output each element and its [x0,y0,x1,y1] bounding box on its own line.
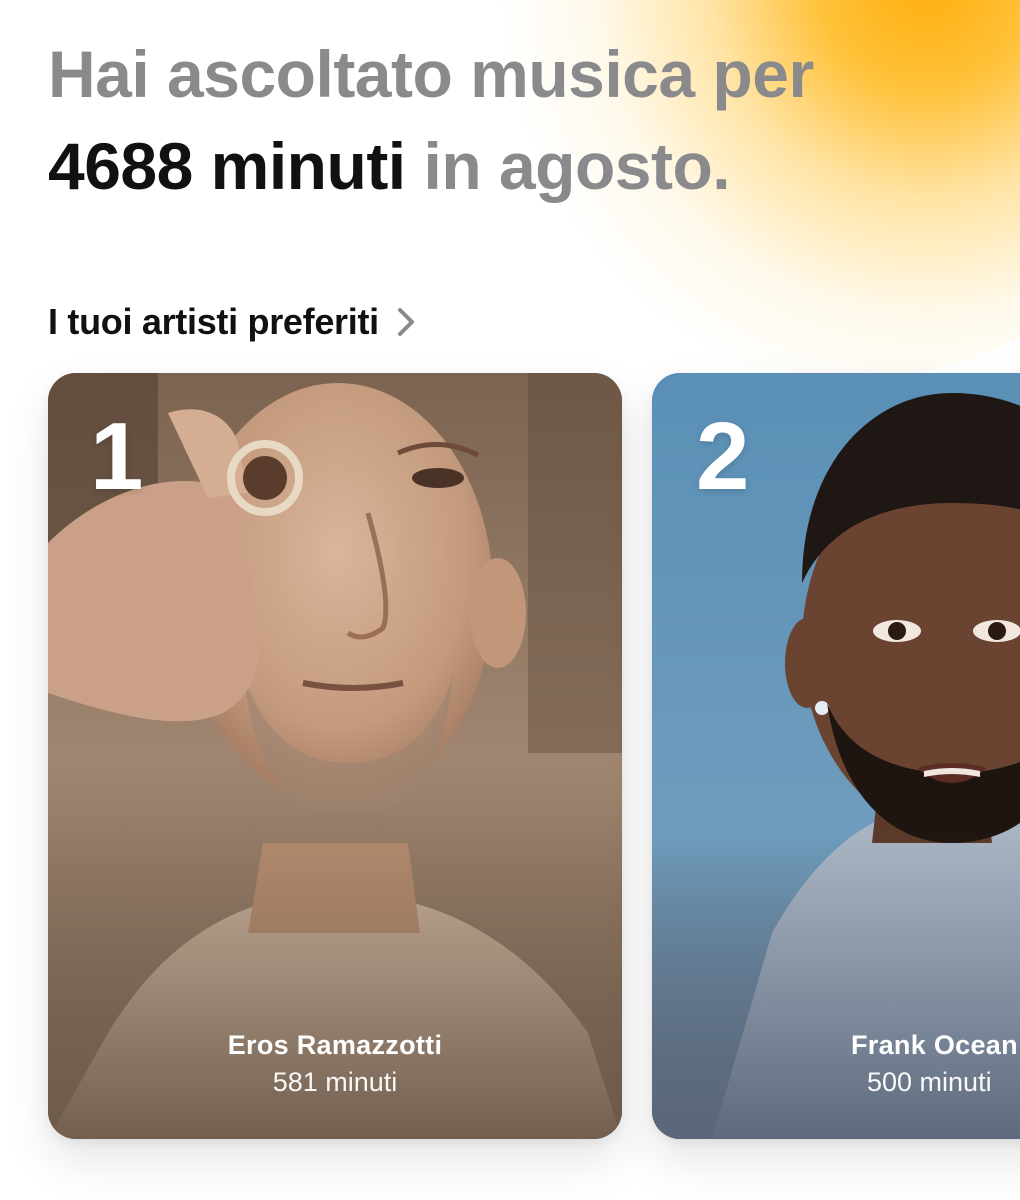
replay-page: Hai ascoltato musica per 4688 minuti in … [0,0,1020,1200]
artist-name-2: Frank Ocean [851,1030,1018,1060]
total-minutes: 4688 minuti [48,129,406,203]
artist-minutes-2: 500 minuti [867,1067,992,1097]
chevron-right-icon [397,308,414,336]
headline-month: in agosto. [405,129,731,203]
artist-rank-2: 2 [696,403,750,510]
artist-info-1: Eros Ramazzotti 581 minuti [48,1027,622,1101]
artist-card-2[interactable]: 2 Frank Ocean 500 minuti [652,373,1020,1139]
headline-line-1: Hai ascoltato musica per [48,37,814,111]
artist-rank-1: 1 [90,403,144,510]
artist-info-2: Frank Ocean 500 minuti [652,1027,1020,1101]
listening-summary-headline: Hai ascoltato musica per 4688 minuti in … [48,28,988,212]
favorite-artists-title: I tuoi artisti preferiti [48,301,379,342]
artist-card-1[interactable]: 1 Eros Ramazzotti 581 minuti [48,373,622,1139]
headline-line-2: 4688 minuti in agosto. [48,120,988,212]
artist-name-1: Eros Ramazzotti [227,1030,443,1060]
favorite-artists-header[interactable]: I tuoi artisti preferiti [48,296,419,348]
artist-minutes-1: 581 minuti [272,1067,398,1097]
